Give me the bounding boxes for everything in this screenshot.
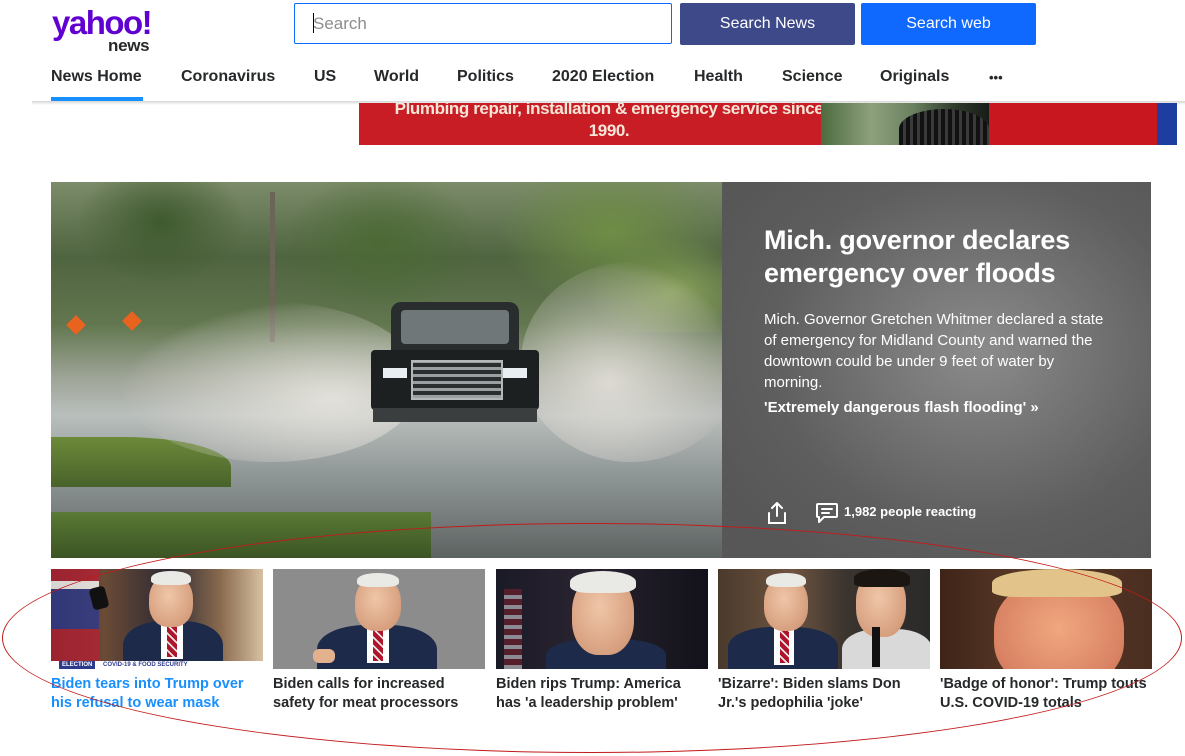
nav-item-science[interactable]: Science: [782, 68, 842, 86]
story-card[interactable]: 'Badge of honor': Trump touts U.S. COVID…: [940, 569, 1152, 713]
ad-text-line1: Plumbing repair, installation & emergenc…: [394, 103, 824, 118]
nav-item-coronavirus[interactable]: Coronavirus: [181, 68, 275, 86]
more-menu-icon[interactable]: •••: [989, 70, 1003, 85]
hero-summary: Mich. Governor Gretchen Whitmer declared…: [764, 311, 1104, 391]
logo-subtitle: news: [108, 36, 150, 55]
search-web-button[interactable]: Search web: [861, 3, 1036, 45]
story-card[interactable]: Biden rips Trump: America has 'a leaders…: [496, 569, 708, 713]
story-headline[interactable]: Biden rips Trump: America has 'a leaders…: [496, 675, 708, 713]
nav-item-originals[interactable]: Originals: [880, 68, 949, 86]
ad-panel: [989, 103, 1157, 145]
story-headline[interactable]: Biden tears into Trump over his refusal …: [51, 675, 263, 713]
nav-item-news-home[interactable]: News Home: [51, 68, 142, 86]
story-card[interactable]: Biden calls for increased safety for mea…: [273, 569, 485, 713]
story-headline[interactable]: 'Bizarre': Biden slams Don Jr.'s pedophi…: [718, 675, 930, 713]
ad-hose-image: [899, 109, 989, 145]
pickup-truck-image: [363, 302, 547, 432]
ad-text-line2: 1990.: [588, 121, 630, 140]
hero-story[interactable]: Mich. governor declares emergency over f…: [51, 182, 1151, 558]
story-card[interactable]: 'Bizarre': Biden slams Don Jr.'s pedophi…: [718, 569, 930, 713]
story-thumbnail[interactable]: [273, 569, 485, 669]
hero-text-panel: Mich. governor declares emergency over f…: [722, 182, 1151, 558]
nav-item-world[interactable]: World: [374, 68, 419, 86]
story-tag-election: ELECTION: [59, 661, 96, 669]
story-headline[interactable]: Biden calls for increased safety for mea…: [273, 675, 485, 713]
ad-text: Plumbing repair, installation & emergenc…: [389, 103, 829, 142]
search-news-button[interactable]: Search News: [680, 3, 855, 45]
text-cursor: [313, 13, 314, 33]
nav-item-us[interactable]: US: [314, 68, 336, 86]
ad-logo-edge: [1157, 103, 1177, 145]
hero-related-link[interactable]: 'Extremely dangerous flash flooding' »: [764, 399, 1039, 416]
reaction-count[interactable]: 1,982 people reacting: [844, 504, 976, 519]
search-input[interactable]: [294, 3, 672, 44]
yahoo-news-logo[interactable]: yahoo! news: [52, 4, 172, 55]
story-tag-topic: COVID-19 & FOOD SECURITY: [103, 662, 188, 668]
ad-banner[interactable]: Plumbing repair, installation & emergenc…: [359, 103, 1177, 145]
story-thumbnail[interactable]: [940, 569, 1152, 669]
nav-item-2020-election[interactable]: 2020 Election: [552, 68, 654, 86]
story-card[interactable]: ELECTION COVID-19 & FOOD SECURITY Biden …: [51, 569, 263, 713]
hero-headline[interactable]: Mich. governor declares emergency over f…: [764, 224, 1124, 290]
nav-item-politics[interactable]: Politics: [457, 68, 514, 86]
nav-item-health[interactable]: Health: [694, 68, 743, 86]
story-thumbnail[interactable]: ELECTION COVID-19 & FOOD SECURITY: [51, 569, 263, 669]
story-headline[interactable]: 'Badge of honor': Trump touts U.S. COVID…: [940, 675, 1152, 713]
comment-icon[interactable]: [815, 502, 839, 524]
hero-image-flooded-road[interactable]: [51, 182, 722, 558]
story-thumbnail[interactable]: [718, 569, 930, 669]
story-thumbnail[interactable]: [496, 569, 708, 669]
story-tag: ELECTION COVID-19 & FOOD SECURITY: [51, 661, 263, 669]
share-icon[interactable]: [766, 501, 788, 525]
main-nav: News Home Coronavirus US World Politics …: [0, 60, 1185, 102]
